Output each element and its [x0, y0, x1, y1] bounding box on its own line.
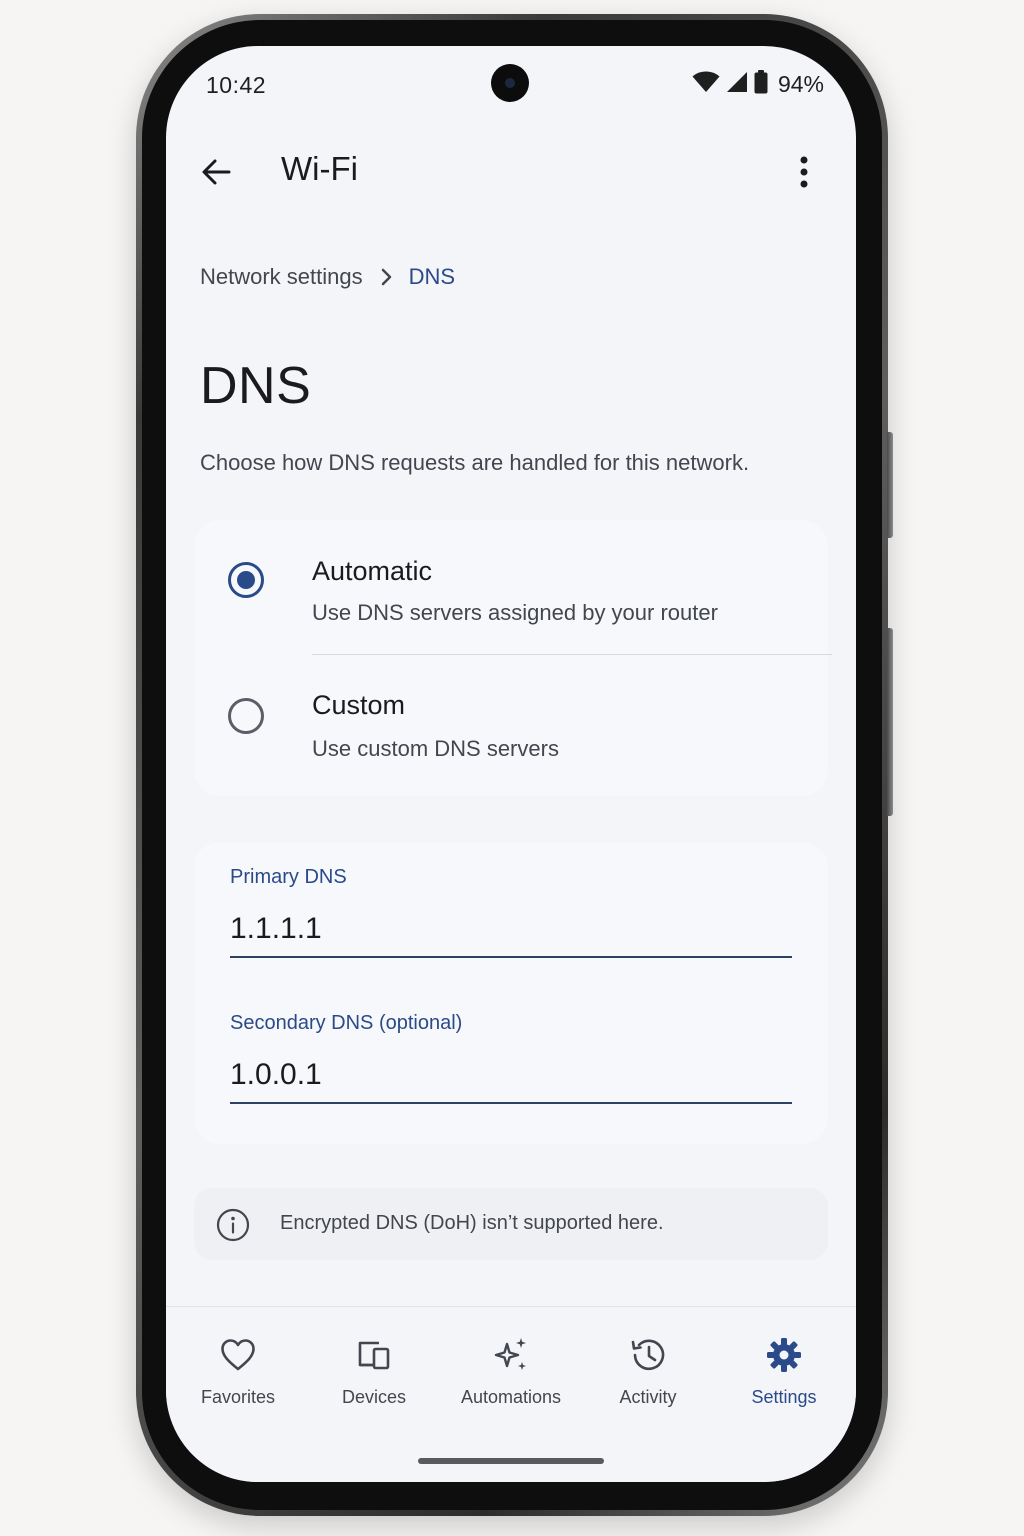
devices-icon: [354, 1335, 394, 1375]
option-title: Automatic: [312, 556, 433, 586]
breadcrumb-dns: DNS: [408, 264, 456, 289]
nav-label: Favorites: [200, 1387, 276, 1407]
battery-icon: [754, 70, 768, 99]
arrow-back-icon: [202, 159, 231, 185]
more-options-button[interactable]: [778, 146, 830, 198]
radio-option-custom[interactable]: Custom Use custom DNS servers: [194, 656, 828, 790]
nav-settings[interactable]: Settings: [719, 1335, 849, 1425]
top-app-bar: Wi-Fi: [166, 136, 856, 206]
breadcrumb: Network settings DNS: [200, 264, 455, 290]
bottom-navigation: Favorites Devices Automations Activity S…: [166, 1306, 856, 1482]
front-camera: [491, 64, 529, 102]
back-button[interactable]: [190, 146, 242, 198]
status-icons: 94%: [692, 70, 824, 99]
page-description: Choose how DNS requests are handled for …: [200, 450, 750, 475]
sparkle-icon: [491, 1335, 531, 1375]
option-subtitle: Use DNS servers assigned by your router: [312, 600, 718, 625]
nav-automations[interactable]: Automations: [446, 1335, 576, 1425]
option-subtitle: Use custom DNS servers: [312, 736, 559, 761]
radio-button-custom[interactable]: [228, 698, 264, 734]
chevron-right-icon: [381, 268, 393, 286]
nav-favorites[interactable]: Favorites: [173, 1335, 303, 1425]
secondary-dns-input[interactable]: [230, 1048, 792, 1104]
secondary-dns-field: Secondary DNS (optional): [230, 1012, 792, 1132]
status-bar: 10:42 94%: [166, 46, 856, 126]
info-banner: Encrypted DNS (DoH) isn’t supported here…: [194, 1188, 828, 1260]
nav-devices[interactable]: Devices: [309, 1335, 439, 1425]
dns-servers-card: Primary DNS Secondary DNS (optional): [194, 842, 828, 1144]
wifi-icon: [692, 71, 720, 98]
volume-button: [887, 432, 893, 538]
status-time: 10:42: [206, 72, 267, 98]
history-icon: [628, 1335, 668, 1375]
breadcrumb-network-settings[interactable]: Network settings: [200, 264, 363, 290]
divider: [312, 654, 832, 655]
secondary-dns-label: Secondary DNS (optional): [230, 1012, 463, 1034]
info-icon: [216, 1208, 250, 1242]
power-button: [887, 628, 893, 816]
nav-label: Activity: [619, 1387, 677, 1407]
nav-label: Settings: [751, 1387, 817, 1407]
nav-label: Devices: [341, 1387, 407, 1407]
nav-activity[interactable]: Activity: [583, 1335, 713, 1425]
primary-dns-input[interactable]: [230, 902, 792, 958]
more-vert-icon: [800, 156, 808, 188]
nav-label: Automations: [460, 1387, 562, 1407]
radio-button-automatic[interactable]: [228, 562, 264, 598]
gear-icon: [764, 1335, 804, 1375]
dns-mode-card: Automatic Use DNS servers assigned by yo…: [194, 520, 832, 796]
cell-signal-icon: [726, 71, 748, 98]
heart-icon: [218, 1335, 258, 1375]
battery-percent: 94%: [777, 71, 824, 97]
page-title: DNS: [200, 357, 312, 415]
radio-option-automatic[interactable]: Automatic Use DNS servers assigned by yo…: [194, 520, 828, 654]
app-bar-title: Wi-Fi: [281, 150, 358, 187]
primary-dns-field: Primary DNS: [230, 866, 792, 986]
screen: 10:42 94% Wi-Fi Network settings DNS DNS…: [166, 46, 856, 1482]
primary-dns-label: Primary DNS: [230, 866, 347, 888]
info-text: Encrypted DNS (DoH) isn’t supported here…: [280, 1212, 664, 1234]
home-indicator[interactable]: [418, 1458, 604, 1464]
option-title: Custom: [312, 690, 406, 720]
